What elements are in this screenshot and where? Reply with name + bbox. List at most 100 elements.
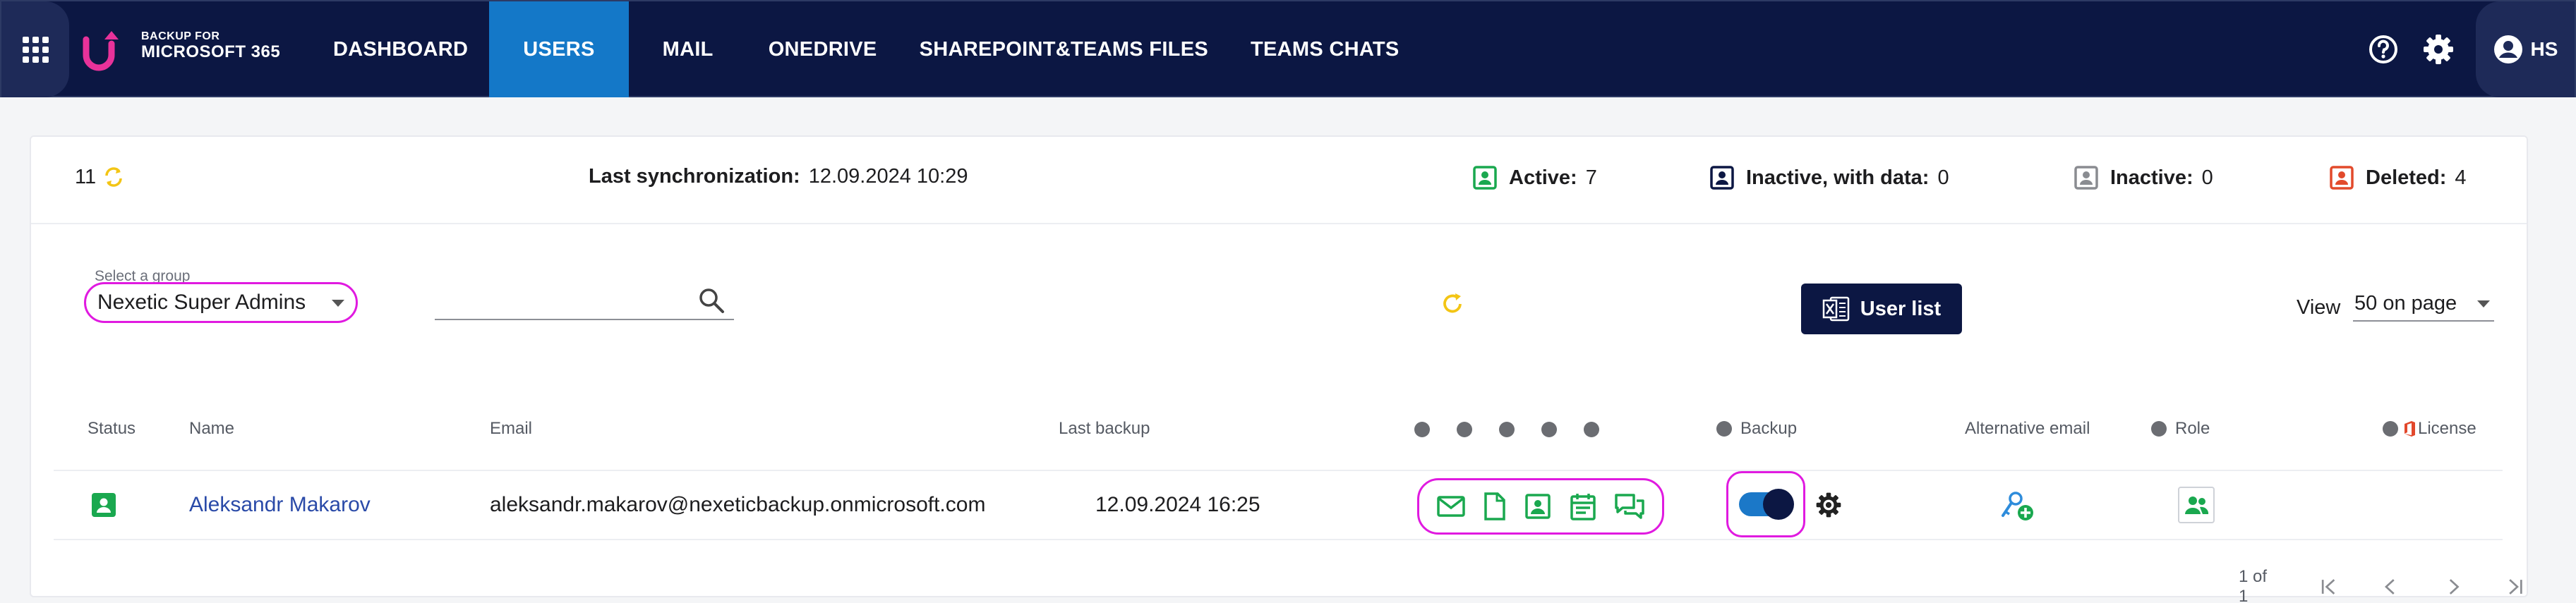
sync-icon[interactable] (102, 165, 126, 189)
main-nav: DASHBOARD USERS MAIL ONEDRIVE SHAREPOINT… (312, 1, 1421, 97)
table-row-divider (54, 539, 2503, 540)
refresh-icon[interactable] (1439, 291, 1466, 317)
service-icons-group (1417, 478, 1664, 535)
search-icon[interactable] (697, 286, 726, 315)
inactive-with-data-label: Inactive, with data: (1746, 166, 1930, 189)
column-header-backup[interactable]: Backup (1716, 419, 1797, 439)
column-header-email[interactable]: Email (490, 419, 532, 439)
next-page-icon[interactable] (2443, 575, 2464, 599)
pagination: 1 of 1 (2239, 567, 2527, 603)
page-size-select[interactable]: 50 on page (2353, 286, 2494, 322)
table-row[interactable]: Aleksandr Makarov aleksandr.makarov@nexe… (54, 471, 2503, 539)
user-list-button-label: User list (1860, 297, 1942, 320)
nav-tab-sharepoint-teams-files[interactable]: SHAREPOINT&TEAMS FILES (898, 1, 1229, 97)
apps-menu-button[interactable] (1, 1, 69, 97)
apps-grid-icon (22, 36, 49, 63)
account-circle-icon (2493, 35, 2522, 63)
nav-tab-dashboard[interactable]: DASHBOARD (312, 1, 489, 97)
brand-name: BACKUP FOR MICROSOFT 365 (141, 30, 281, 61)
last-backup-date: 12.09.2024 16:25 (1095, 493, 1260, 516)
toggle-knob (1763, 489, 1794, 520)
gear-icon[interactable] (2421, 32, 2456, 67)
first-page-icon[interactable] (2318, 575, 2340, 599)
active-users-stat: Active: 7 (1472, 165, 1597, 190)
backup-toggle-highlight (1726, 471, 1805, 537)
user-name-link[interactable]: Aleksandr Makarov (189, 471, 371, 539)
nav-tab-onedrive[interactable]: ONEDRIVE (747, 1, 898, 97)
nav-tab-teams-chats[interactable]: TEAMS CHATS (1229, 1, 1421, 97)
office-icon (2405, 421, 2415, 437)
last-page-icon[interactable] (2505, 575, 2527, 599)
help-icon[interactable] (2366, 32, 2401, 67)
excel-icon (1822, 296, 1850, 322)
active-users-value: 7 (1585, 166, 1597, 189)
inactive-with-data-value: 0 (1937, 166, 1949, 189)
role-cell[interactable] (2178, 471, 2215, 539)
role-button[interactable] (2178, 487, 2215, 523)
top-navigation-bar: BACKUP FOR MICROSOFT 365 DASHBOARD USERS… (0, 0, 2576, 97)
column-header-role-label: Role (2175, 419, 2210, 438)
page-size-value: 50 on page (2354, 291, 2457, 315)
group-select-value: Nexetic Super Admins (97, 291, 306, 314)
column-header-status[interactable]: Status (88, 419, 136, 439)
add-alternative-email-icon (2002, 492, 2033, 520)
add-alternative-email[interactable] (1999, 471, 2037, 539)
active-user-icon (1473, 166, 1497, 190)
view-label: View (2297, 296, 2341, 319)
column-header-alternative-email[interactable]: Alternative email (1965, 419, 2090, 439)
search-input[interactable] (435, 282, 689, 316)
file-icon[interactable] (1483, 492, 1507, 521)
calendar-status-dot (1541, 422, 1557, 437)
brand-line-2: MICROSOFT 365 (141, 42, 281, 61)
user-role-icon (2185, 497, 2209, 514)
backup-logo-icon (83, 31, 119, 71)
user-email: aleksandr.makarov@nexeticbackup.onmicros… (490, 493, 986, 516)
service-status-dots (1414, 422, 1626, 437)
column-header-backup-label: Backup (1740, 419, 1798, 438)
previous-page-icon[interactable] (2380, 575, 2402, 599)
inactive-users-value: 0 (2201, 166, 2213, 189)
column-header-name[interactable]: Name (189, 419, 234, 439)
deleted-users-label: Deleted: (2366, 166, 2447, 189)
chats-status-dot (1584, 422, 1599, 437)
last-sync: Last synchronization: 12.09.2024 10:29 (589, 165, 968, 188)
group-select[interactable]: Nexetic Super Admins (84, 282, 358, 323)
calendar-icon[interactable] (1569, 492, 1597, 521)
users-panel: 11 Last synchronization: 12.09.2024 10:2… (30, 135, 2528, 603)
search-field[interactable] (435, 282, 734, 320)
active-user-icon (92, 493, 116, 517)
inactive-users-stat: Inactive: 0 (2074, 165, 2213, 190)
user-account-button[interactable]: HS (2476, 1, 2575, 97)
column-header-license[interactable]: License (2383, 419, 2476, 439)
user-initials: HS (2530, 38, 2558, 60)
mail-status-dot (1414, 422, 1430, 437)
user-list-button[interactable]: User list (1801, 284, 1962, 334)
backup-toggle[interactable] (1739, 489, 1794, 520)
inactive-with-data-stat: Inactive, with data: 0 (1709, 165, 1949, 190)
active-users-label: Active: (1509, 166, 1577, 189)
header-tools: HS (2366, 1, 2575, 97)
backup-settings-gear[interactable] (1815, 471, 1842, 539)
backup-status-dot (1716, 421, 1732, 437)
inactive-user-icon (2074, 166, 2098, 190)
column-header-license-label: License (2418, 419, 2476, 438)
inactive-with-data-icon (1710, 166, 1734, 190)
column-header-last-backup[interactable]: Last backup (1059, 419, 1150, 439)
nav-tab-mail[interactable]: MAIL (629, 1, 747, 97)
chevron-down-icon (2477, 300, 2490, 307)
row-status (90, 471, 117, 539)
inactive-users-label: Inactive: (2110, 166, 2193, 189)
contacts-status-dot (1499, 422, 1515, 437)
contacts-icon[interactable] (1524, 492, 1552, 520)
mail-icon[interactable] (1436, 494, 1466, 519)
deleted-users-value: 4 (2455, 166, 2467, 189)
nav-tab-users[interactable]: USERS (489, 1, 629, 97)
users-stats-bar: 11 Last synchronization: 12.09.2024 10:2… (31, 137, 2527, 224)
onedrive-status-dot (1457, 422, 1472, 437)
column-header-role[interactable]: Role (2151, 419, 2210, 439)
role-status-dot (2151, 421, 2167, 437)
chevron-down-icon (332, 300, 344, 307)
page-indicator: 1 of 1 (2239, 567, 2268, 603)
last-sync-label: Last synchronization: (589, 165, 800, 188)
chat-icon[interactable] (1614, 492, 1645, 520)
